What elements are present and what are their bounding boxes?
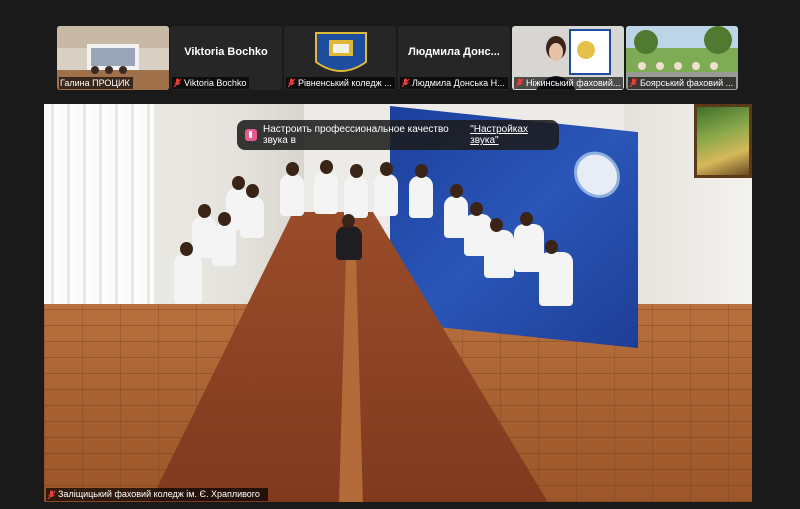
mic-muted-icon	[287, 78, 296, 88]
participant-name: Людмила Донс...	[408, 46, 500, 58]
participant-label: Людмила Донська Н...	[400, 77, 508, 89]
participant-strip: Галина ПРОЦИК Viktoria Bochko Viktoria B…	[0, 0, 800, 100]
participant-tile-6[interactable]: Боярський фаховий ...	[626, 26, 738, 90]
participant-label: Боярський фаховий ...	[628, 77, 737, 89]
participant-label: Рівненський коледж ...	[286, 77, 395, 89]
participant-tile-4[interactable]: Людмила Донс... Людмила Донська Н...	[398, 26, 510, 90]
sound-settings-link[interactable]: "Настройках звука"	[470, 124, 551, 146]
notification-text: Настроить профессиональное качество звук…	[263, 124, 449, 146]
participant-label: Галина ПРОЦИК	[59, 77, 133, 89]
mic-muted-icon	[401, 78, 410, 88]
participant-label: Ніжинський фаховий...	[514, 77, 624, 89]
main-video[interactable]	[44, 104, 752, 502]
participant-name: Viktoria Bochko	[184, 46, 268, 58]
mic-muted-icon	[173, 78, 182, 88]
main-video-label: Заліщицький фаховий коледж ім. Є. Храпли…	[46, 488, 268, 501]
participant-tile-3[interactable]: Рівненський коледж ...	[284, 26, 396, 90]
mic-muted-icon	[47, 490, 56, 499]
participant-tile-5[interactable]: Ніжинський фаховий...	[512, 26, 624, 90]
sound-settings-notification[interactable]: Настроить профессиональное качество звук…	[237, 120, 559, 150]
mic-muted-icon	[629, 78, 638, 88]
mic-muted-icon	[515, 78, 524, 88]
wall-painting	[694, 104, 752, 178]
participant-label: Viktoria Bochko	[172, 77, 250, 89]
audio-settings-icon	[245, 129, 257, 141]
participant-tile-2[interactable]: Viktoria Bochko Viktoria Bochko	[170, 26, 282, 90]
participant-tile-1[interactable]: Галина ПРОЦИК	[57, 26, 169, 90]
